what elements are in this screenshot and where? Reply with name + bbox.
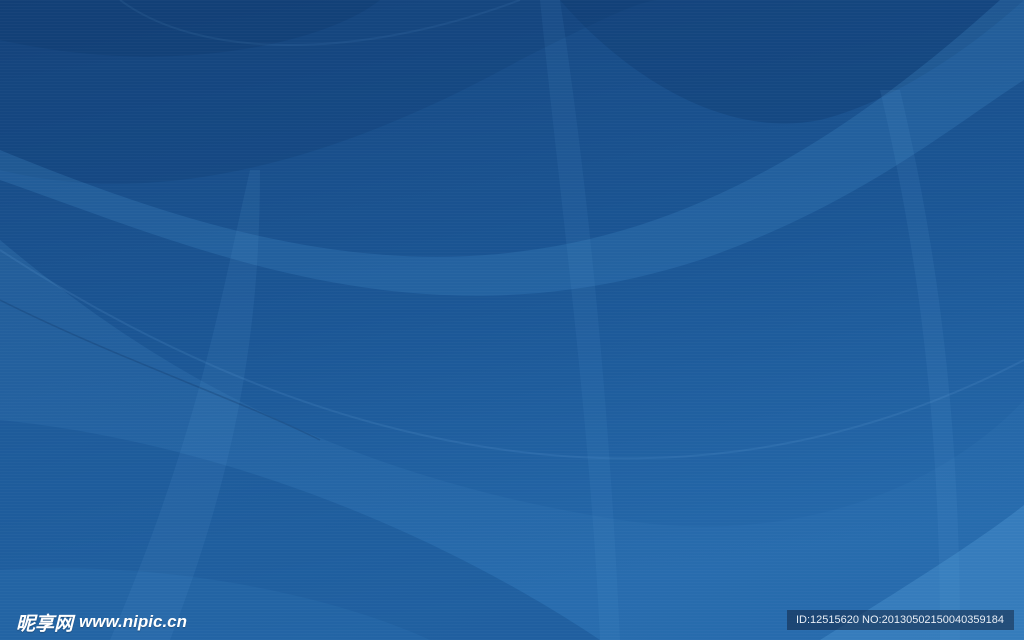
watermark-brand: 昵享网 [16,612,74,635]
watermark-site: www.nipic.cn [79,612,188,631]
blue-wave-wallpaper: 昵享网 www.nipic.cn ID:12515620 NO:20130502… [0,0,1024,640]
nipic-watermark-logo: 昵享网 www.nipic.cn [16,608,187,636]
watermark-id-label: ID:12515620 NO:20130502150040359184 [787,610,1014,630]
abstract-wave-background [0,0,1024,640]
